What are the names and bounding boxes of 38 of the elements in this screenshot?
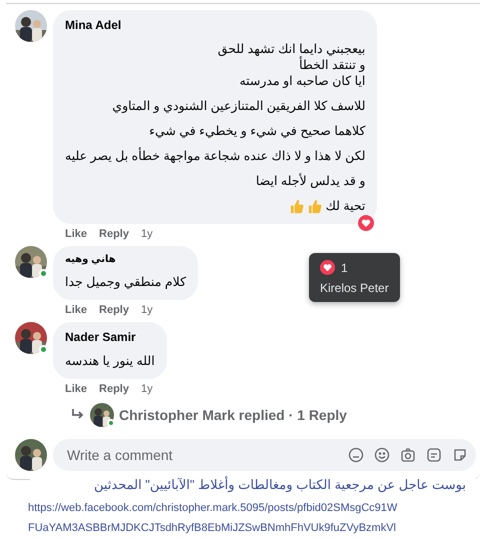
smiley-icon[interactable] bbox=[374, 447, 390, 464]
comment-box[interactable]: Write a comment bbox=[53, 439, 476, 472]
thumbs-up-icon bbox=[306, 199, 322, 214]
reply-link[interactable]: Reply bbox=[99, 383, 129, 396]
comment-text: كلاهما صحيح في شيء و يخطيء في شيء bbox=[148, 123, 366, 139]
url-link[interactable]: https://web.facebook.com/christopher.mark.5095/posts/pfbid02SMsgCc91W bbox=[28, 498, 486, 518]
reply-arrow-icon bbox=[71, 409, 85, 422]
url-link[interactable]: FUaYAM3ASBBrMJDKCJTsdhRyfB8EbMiJZSwBNmhFhVUk9fuZVyBzmkVl bbox=[28, 518, 486, 538]
like-link[interactable]: Like bbox=[65, 228, 88, 240]
reaction-count: 1 bbox=[341, 260, 348, 274]
comment-text: تحية لك bbox=[65, 198, 366, 214]
emoji-icon[interactable] bbox=[348, 447, 364, 464]
author-name[interactable]: Mina Adel bbox=[65, 18, 366, 32]
reactor-name: Kirelos Peter bbox=[320, 281, 389, 295]
timestamp: 1y bbox=[140, 304, 153, 316]
comment-text: بيعجبني دايما انك تشهد للحق bbox=[216, 41, 366, 56]
camera-icon[interactable] bbox=[400, 447, 416, 464]
timestamp: 1y bbox=[140, 383, 153, 396]
view-replies-link[interactable]: Christopher Mark replied · 1 Reply bbox=[119, 407, 347, 424]
thumbs-up-icon bbox=[288, 199, 304, 214]
post-link[interactable]: بوست عاجل عن مرجعية الكتاب ومغالطات وأغلاط "الآبائيين" المحدثين bbox=[94, 477, 466, 492]
reply-link[interactable]: Reply bbox=[99, 228, 129, 240]
reply-link[interactable]: Reply bbox=[99, 304, 129, 316]
comment-text: للاسف كلا الفريقين المتنازعين الشنودي و المتاوي bbox=[111, 98, 366, 114]
sticker-icon[interactable] bbox=[452, 447, 468, 464]
author-name[interactable]: Nader Samir bbox=[65, 330, 155, 344]
comment-text: ايا كان صاحبه او مدرسته bbox=[238, 73, 366, 89]
comment-text: و تنتقد الخطأ bbox=[298, 57, 366, 73]
comment-text: لكن لا هذا و لا ذاك عنده شجاعة مواجهة خطأه بل يصر عليه bbox=[65, 148, 366, 164]
comment-text: و قد يدلس لأجله ايضا bbox=[254, 173, 366, 189]
like-link[interactable]: Like bbox=[65, 383, 88, 396]
comment-text: كلام منطقي وجميل جدا bbox=[65, 274, 186, 290]
timestamp: 1y bbox=[140, 228, 153, 240]
heart-reaction-icon bbox=[358, 215, 374, 232]
like-link[interactable]: Like bbox=[65, 304, 88, 316]
comment-text: الله ينور يا هندسه bbox=[65, 353, 155, 370]
author-name[interactable]: هاني وهيه bbox=[65, 254, 186, 266]
comment-field[interactable]: Write a comment bbox=[65, 446, 348, 464]
